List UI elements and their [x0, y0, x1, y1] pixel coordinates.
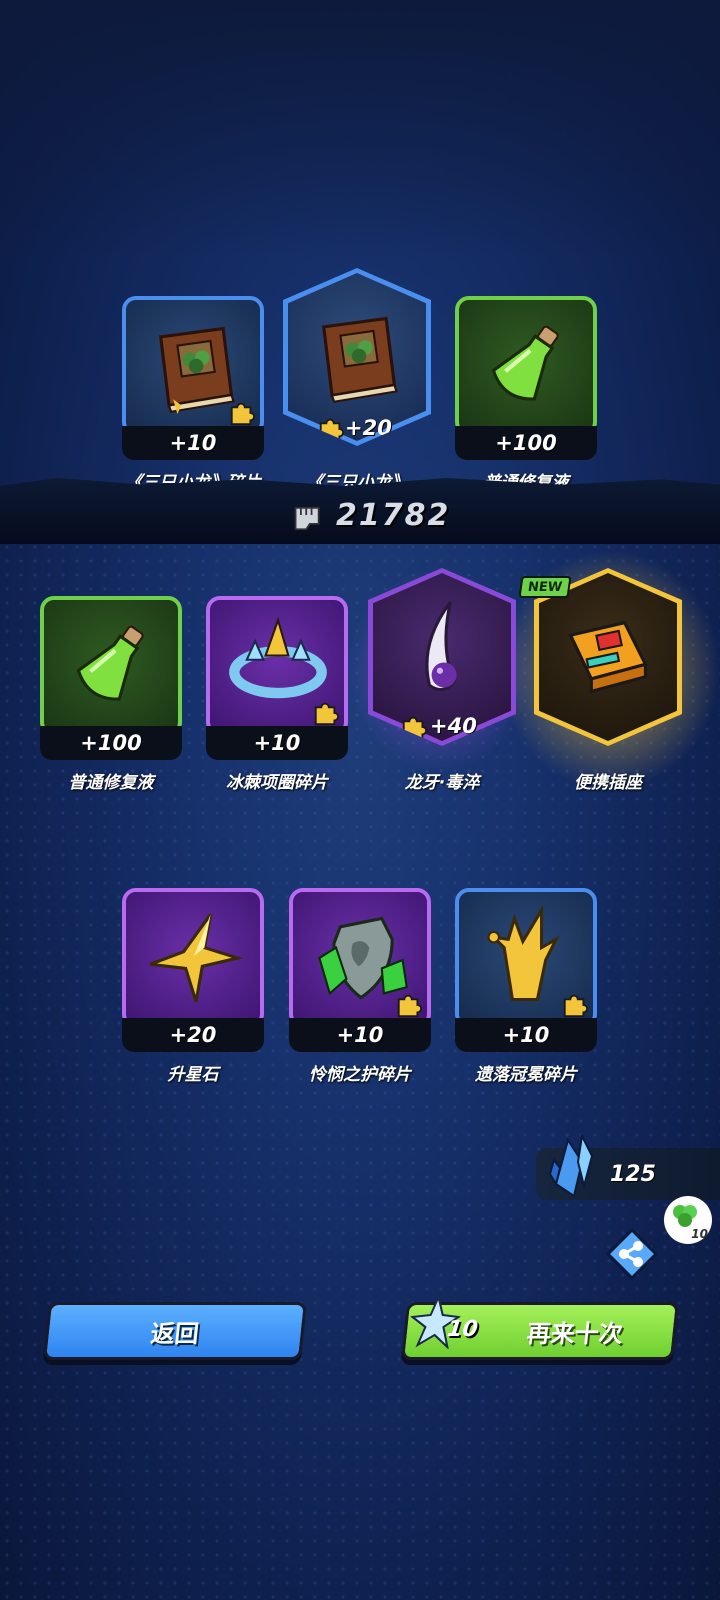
- item-name: 遗落冠冕碎片: [475, 1065, 577, 1085]
- item-frame: [122, 296, 264, 436]
- power-score: 21782: [290, 495, 450, 535]
- item-frame: [40, 596, 182, 736]
- draw-ten-again-label: 再来十次: [525, 1319, 625, 1348]
- draw-cost: 10: [445, 1317, 480, 1342]
- item-frame: [455, 888, 597, 1028]
- puzzle-icon: [230, 402, 256, 426]
- reward-item-shield-fragment[interactable]: +10 怜悯之护碎片: [289, 888, 431, 1085]
- reward-item-book[interactable]: +20 《三只小龙》: [283, 268, 431, 493]
- item-count: +20: [345, 416, 392, 440]
- item-count: +100: [40, 726, 182, 760]
- puzzle-icon: [314, 702, 340, 726]
- reward-item-collar-fragment[interactable]: +10 冰棘项圈碎片: [206, 596, 348, 793]
- fang-icon: [425, 601, 457, 692]
- draw-ten-again-button[interactable]: 10 再来十次: [400, 1295, 680, 1360]
- item-frame: [455, 296, 597, 436]
- reward-item-star-stone[interactable]: +20 升星石: [122, 888, 264, 1085]
- reward-item-potion[interactable]: +100 普通修复液: [40, 596, 182, 793]
- item-frame: [289, 888, 431, 1028]
- item-count: +10: [289, 1018, 431, 1052]
- crystal-count: 125: [610, 1161, 656, 1187]
- share-icon[interactable]: [604, 1226, 660, 1282]
- item-count: +40: [430, 714, 477, 738]
- star-stone-icon: [149, 913, 244, 1003]
- item-name: 普通修复液: [68, 773, 154, 793]
- item-count: +10: [455, 1018, 597, 1052]
- item-name: 冰棘项圈碎片: [226, 773, 328, 793]
- item-name: 龙牙·毒淬: [404, 773, 480, 793]
- item-frame-hex: +40: [368, 568, 516, 746]
- fist-icon: [294, 507, 320, 531]
- crystal-balance: 125: [536, 1134, 720, 1200]
- back-button-label: 返回: [149, 1319, 201, 1348]
- clover-icon: [673, 1205, 697, 1227]
- item-frame-hex: +20: [283, 268, 431, 446]
- bubble-count: 10: [691, 1227, 708, 1241]
- item-name: 怜悯之护碎片: [309, 1065, 411, 1085]
- puzzle-icon: [319, 418, 345, 442]
- new-badge: NEW: [518, 576, 572, 598]
- item-frame: [122, 888, 264, 1028]
- item-frame: [206, 596, 348, 736]
- puzzle-icon: [563, 994, 589, 1018]
- puzzle-icon: [402, 716, 428, 740]
- top-shade: [0, 0, 720, 260]
- item-count: +10: [122, 426, 264, 460]
- book-icon: [321, 316, 398, 403]
- item-count: +10: [206, 726, 348, 760]
- crystal-icon: [548, 1134, 594, 1198]
- potion-icon: [76, 625, 144, 701]
- puzzle-icon: [397, 994, 423, 1018]
- back-button[interactable]: 返回: [42, 1302, 308, 1360]
- socket-icon: [568, 620, 648, 694]
- reward-item-potion[interactable]: +100 普通修复液: [455, 296, 597, 493]
- potion-icon: [491, 325, 559, 401]
- item-name: 升星石: [167, 1065, 219, 1085]
- reward-item-fang[interactable]: +40 龙牙·毒淬: [368, 568, 516, 793]
- reward-item-book-fragment[interactable]: +10 《三只小龙》碎片: [122, 296, 264, 493]
- item-name: 便携插座: [574, 773, 642, 793]
- item-count: +20: [122, 1018, 264, 1052]
- score-value: 21782: [336, 497, 451, 533]
- reward-item-crown-fragment[interactable]: +10 遗落冠冕碎片: [455, 888, 597, 1085]
- share-reward-bubble: 10: [664, 1196, 712, 1244]
- item-count: +100: [455, 426, 597, 460]
